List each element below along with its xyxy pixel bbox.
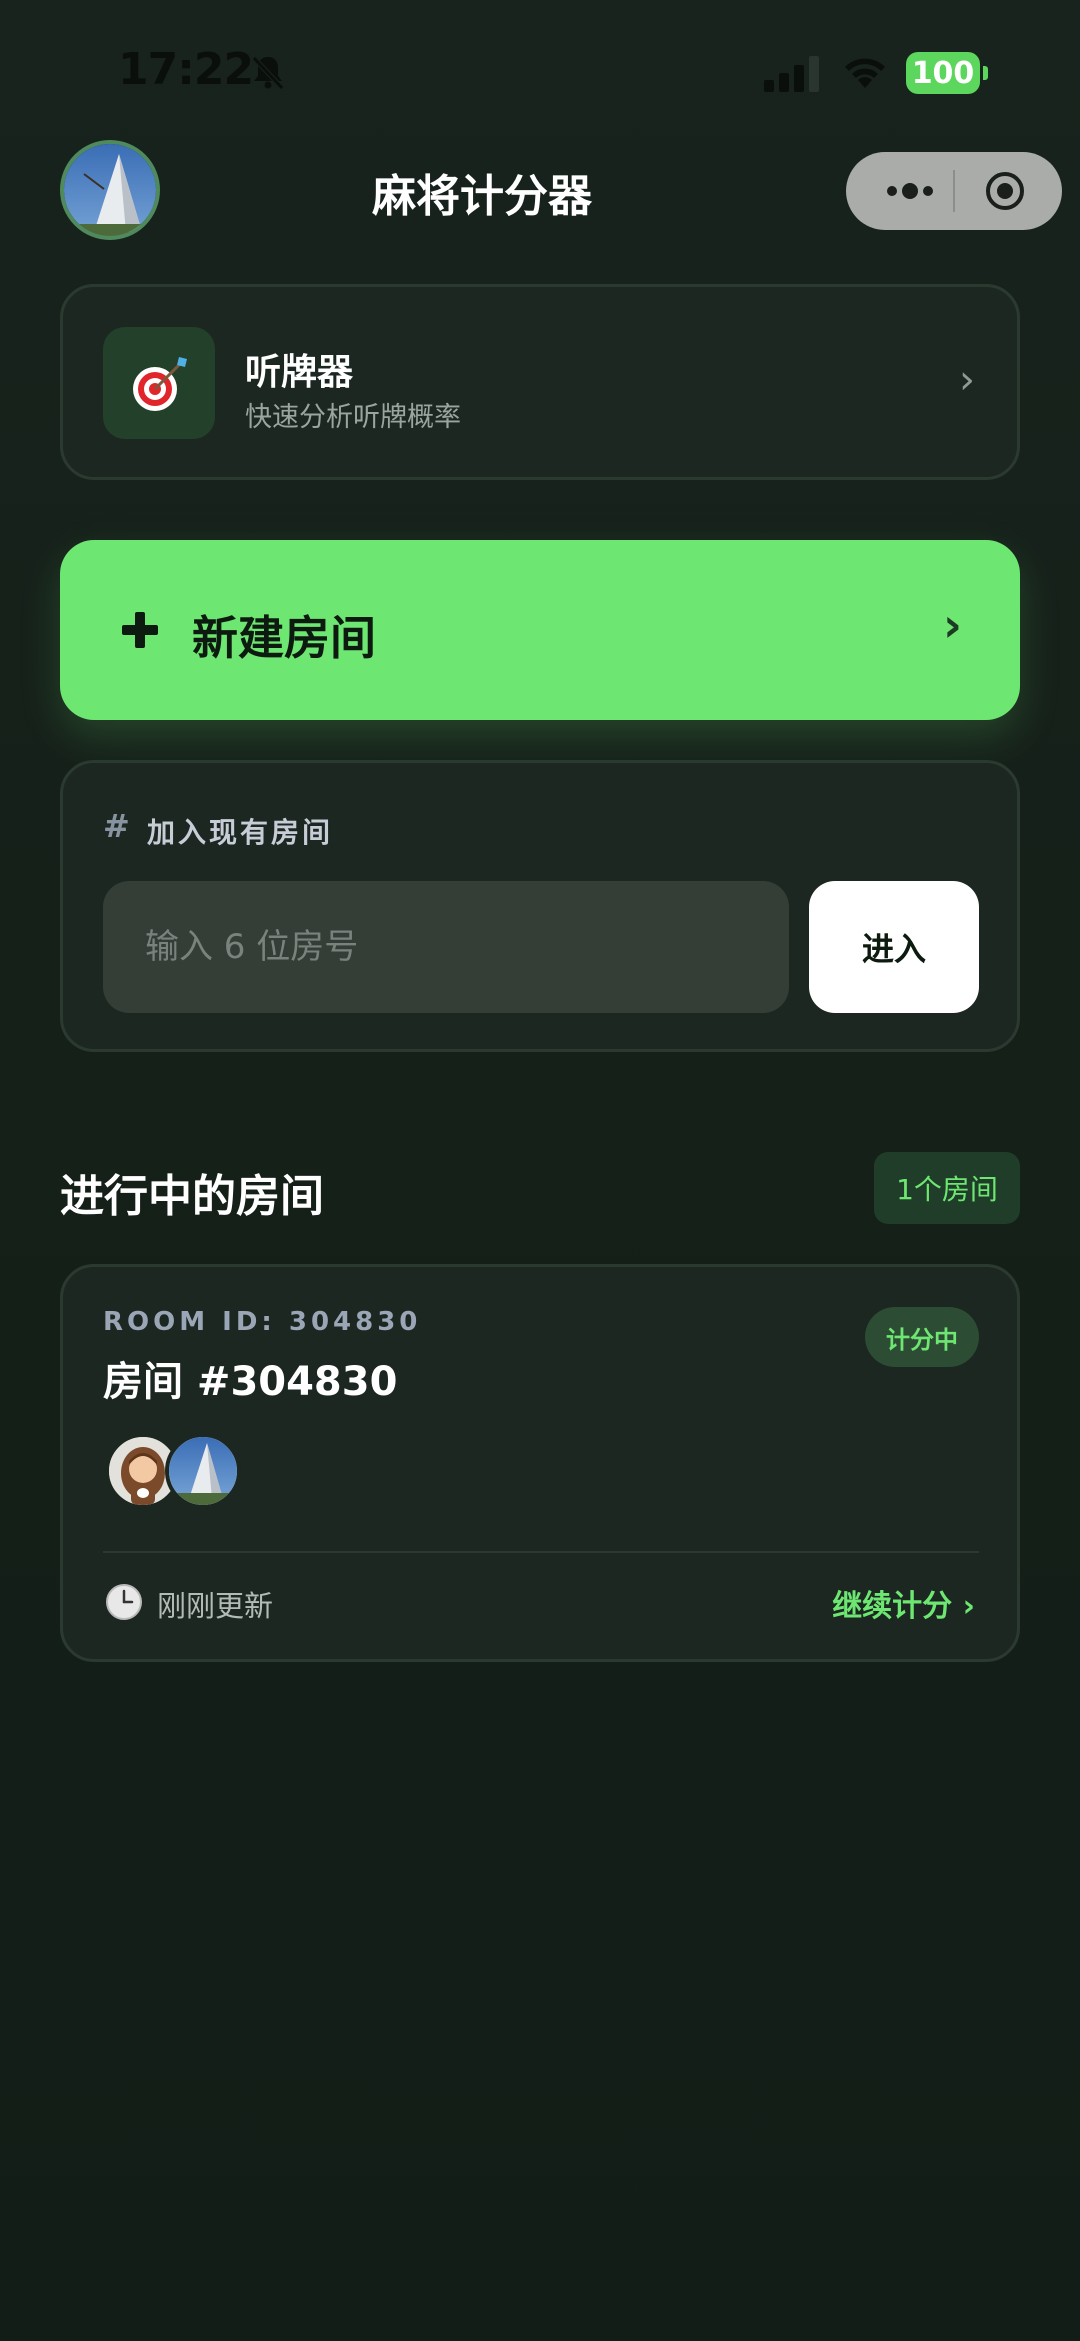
avatar <box>165 1433 241 1509</box>
chevron-right-icon: › <box>959 357 975 403</box>
enter-button[interactable]: 进入 <box>809 881 979 1013</box>
new-room-button[interactable]: 新建房间 › <box>60 540 1020 720</box>
continue-scoring-link[interactable]: 继续计分 › <box>832 1581 975 1625</box>
join-room-title: 加入现有房间 <box>147 816 334 849</box>
signal-icon <box>764 56 819 92</box>
room-card[interactable]: ROOM ID: 304830 房间 #304830 计分中 刚刚更新 继续计分… <box>60 1264 1020 1662</box>
active-rooms-title: 进行中的房间 <box>60 1171 324 1222</box>
page: 17:22 100 麻将计分器 听牌器 快速分析听牌概率 › 新建房间 › # … <box>0 0 1080 2341</box>
room-count-badge: 1个房间 <box>874 1152 1020 1224</box>
target-icon[interactable] <box>984 170 1026 212</box>
capsule-divider <box>953 170 955 212</box>
status-time: 17:22 <box>118 44 254 95</box>
last-updated: 刚刚更新 <box>157 1589 274 1623</box>
join-room-card: # 加入现有房间 进入 <box>60 760 1020 1052</box>
room-id-label: ROOM ID: 304830 <box>103 1307 422 1337</box>
ting-pai-title: 听牌器 <box>245 352 354 393</box>
room-number-input[interactable] <box>103 881 789 1013</box>
ting-pai-card[interactable]: 听牌器 快速分析听牌概率 › <box>60 284 1020 480</box>
chevron-right-icon: › <box>943 598 962 652</box>
ting-pai-subtitle: 快速分析听牌概率 <box>245 402 461 433</box>
more-icon[interactable] <box>878 152 942 230</box>
status-badge: 计分中 <box>865 1307 979 1367</box>
mini-program-capsule <box>846 152 1062 230</box>
status-bar: 17:22 100 <box>0 0 1080 140</box>
hash-icon: # <box>103 807 130 845</box>
player-avatars <box>105 1433 305 1509</box>
wifi-icon <box>845 58 885 88</box>
new-room-label: 新建房间 <box>192 611 376 665</box>
page-title: 麻将计分器 <box>372 171 592 222</box>
battery-icon: 100 <box>906 52 988 94</box>
bell-slash-icon <box>252 56 284 90</box>
divider <box>103 1551 979 1553</box>
battery-tip <box>983 66 988 80</box>
battery-level: 100 <box>906 52 980 94</box>
plus-icon <box>122 612 158 648</box>
dart-target-icon <box>103 327 215 439</box>
room-name: 房间 #304830 <box>103 1359 398 1405</box>
clock-icon <box>106 1584 142 1620</box>
